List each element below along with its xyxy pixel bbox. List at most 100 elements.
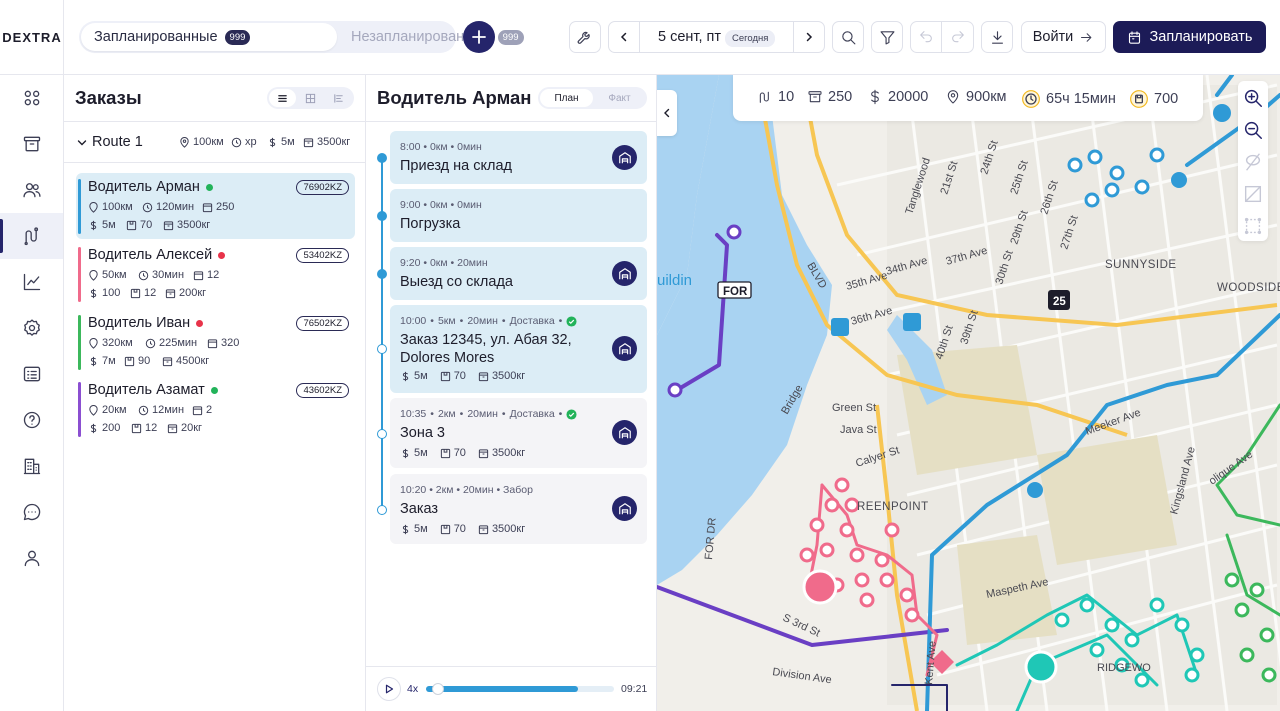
stop-distance: 0км — [429, 141, 448, 153]
timeline-stop[interactable]: 8:00 • 0км • 0мин Приезд на склад — [390, 131, 647, 184]
toggle-fact[interactable]: Факт — [594, 89, 645, 107]
driver-distance: 320км — [88, 337, 133, 349]
nav-chat[interactable] — [0, 489, 63, 535]
driver-cost-value: 5м — [102, 219, 116, 231]
nav-profile[interactable] — [0, 535, 63, 581]
add-button[interactable] — [463, 21, 495, 53]
rectangle-select-icon — [1244, 217, 1262, 235]
map-view[interactable]: SUNNYSIDE WOODSIDE REENPOINT Green St Ja… — [657, 75, 1280, 711]
timeline-stop[interactable]: 9:00 • 0км • 0мин Погрузка — [390, 189, 647, 242]
view-list-button[interactable] — [269, 89, 296, 107]
driver-card[interactable]: Водитель Алексей 53402KZ 50км 30мин 12 1… — [76, 241, 355, 307]
driver-weight-value: 200кг — [179, 287, 207, 299]
driver-card[interactable]: Водитель Азамат 43602KZ 20км 12мин 2 200… — [76, 376, 355, 442]
driver-plate: 53402KZ — [296, 248, 349, 263]
driver-boxes: 70 — [126, 219, 152, 231]
playback-speed[interactable]: 4x — [407, 683, 418, 695]
timeline-stop[interactable]: 10:35 • 2км • 20мин • Доставка • Зона 3 5м 70 3… — [390, 398, 647, 468]
top-bar: DEXTRA Запланированные 999 Незапланирова… — [0, 0, 1280, 75]
dollar-icon — [402, 524, 409, 534]
nav-analytics[interactable] — [0, 259, 63, 305]
clock-icon — [145, 338, 156, 348]
today-badge[interactable]: Сегодня — [725, 30, 776, 47]
tab-unscheduled[interactable]: Незапланированные 999 — [337, 23, 524, 51]
map-stat-duration: 65ч 15мин — [1021, 89, 1116, 109]
tools-button[interactable] — [569, 21, 601, 53]
toggle-plan[interactable]: План — [540, 89, 593, 107]
download-button[interactable] — [981, 21, 1013, 53]
nav-help[interactable] — [0, 397, 63, 443]
filter-button[interactable] — [871, 21, 903, 53]
nav-archive[interactable] — [0, 121, 63, 167]
timeline-stop[interactable]: 10:00 • 5км • 20мин • Доставка • Заказ 12345, у… — [390, 305, 647, 393]
schedule-button[interactable]: Запланировать — [1113, 21, 1266, 53]
orders-segment-control: Запланированные 999 Незапланированные 99… — [79, 21, 524, 53]
box-icon — [202, 202, 213, 212]
date-prev-button[interactable] — [609, 22, 640, 52]
nav-settings[interactable] — [0, 305, 63, 351]
collapse-panel-button[interactable] — [657, 90, 677, 136]
timeline-stop[interactable]: 10:20 • 2км • 20мин • Забор Заказ 5м 70 … — [390, 474, 647, 544]
map-stat-orders-value: 250 — [828, 89, 853, 105]
rectangle-select-button[interactable] — [1242, 215, 1264, 237]
driver-weight: 20кг — [167, 422, 202, 434]
nav-buildings[interactable] — [0, 443, 63, 489]
driver-distance: 20км — [88, 404, 127, 416]
view-timeline-button[interactable] — [325, 89, 352, 107]
stop-distance: 0км — [429, 199, 448, 211]
playback-handle[interactable] — [432, 683, 444, 695]
driver-boxes: 12 — [131, 422, 157, 434]
driver-status-dot — [210, 386, 218, 394]
route-cost-value: 5м — [281, 136, 295, 148]
routes-icon — [23, 227, 38, 246]
stop-distance: 2км — [435, 484, 454, 496]
login-button[interactable]: Войти — [1021, 21, 1106, 53]
nav-users[interactable] — [0, 167, 63, 213]
zoom-in-icon — [1244, 89, 1262, 107]
transit-marker — [903, 313, 921, 331]
label-green-st: Green St — [832, 402, 876, 414]
stop-cost: 5м — [414, 447, 428, 459]
timeline-stop[interactable]: 9:20 • 0км • 20мин Выезд со склада — [390, 247, 647, 300]
date-next-button[interactable] — [793, 22, 824, 52]
nav-list[interactable] — [0, 351, 63, 397]
playback-bar: 4x 09:21 — [366, 666, 657, 711]
play-button[interactable] — [377, 677, 401, 701]
driver-orders: 320 — [207, 337, 239, 349]
driver-card[interactable]: Водитель Арман 76902KZ 100км 120мин 250 … — [76, 173, 355, 239]
nav-routes[interactable] — [0, 213, 63, 259]
map-stat-capacity: 700 — [1129, 89, 1178, 109]
view-grid-button[interactable] — [297, 89, 324, 107]
stop-duration: 0мин — [457, 141, 482, 153]
route-row[interactable]: Route 1 100км xp 5м 3500кг — [64, 121, 366, 163]
redo-button[interactable] — [942, 22, 973, 52]
lasso-button[interactable] — [1242, 151, 1264, 173]
zoom-in-button[interactable] — [1242, 87, 1264, 109]
timeline-dot — [377, 269, 387, 279]
date-label[interactable]: 5 сент, пт — [658, 29, 721, 45]
map-stat-distance: 900км — [945, 89, 1007, 105]
analytics-icon — [23, 273, 40, 291]
tab-scheduled[interactable]: Запланированные 999 — [81, 23, 337, 51]
driver-boxes-value: 12 — [145, 422, 158, 434]
stop-time: 10:00 — [400, 315, 427, 327]
driver-distance: 100км — [88, 201, 133, 213]
stop-weight: 3500кг — [491, 447, 526, 459]
zoom-out-icon — [1244, 121, 1262, 139]
search-button[interactable] — [832, 21, 864, 53]
polygon-select-button[interactable] — [1242, 183, 1264, 205]
map-controls — [1238, 81, 1268, 241]
teal-hub-marker — [1024, 650, 1058, 684]
timeline-dot — [377, 505, 387, 515]
driver-card[interactable]: Водитель Иван 76502KZ 320км 225мин 320 7… — [76, 309, 355, 375]
zoom-out-button[interactable] — [1242, 119, 1264, 141]
driver-time-value: 225мин — [159, 337, 198, 349]
undo-button[interactable] — [911, 22, 942, 52]
nav-apps[interactable] — [0, 75, 63, 121]
driver-cost: 200 — [88, 422, 120, 434]
driver-status-dot — [218, 251, 226, 259]
playback-track[interactable] — [426, 686, 614, 692]
stop-title: Погрузка — [400, 216, 461, 232]
driver-plate: 76902KZ — [296, 180, 349, 195]
driver-time: 12мин — [138, 404, 184, 416]
